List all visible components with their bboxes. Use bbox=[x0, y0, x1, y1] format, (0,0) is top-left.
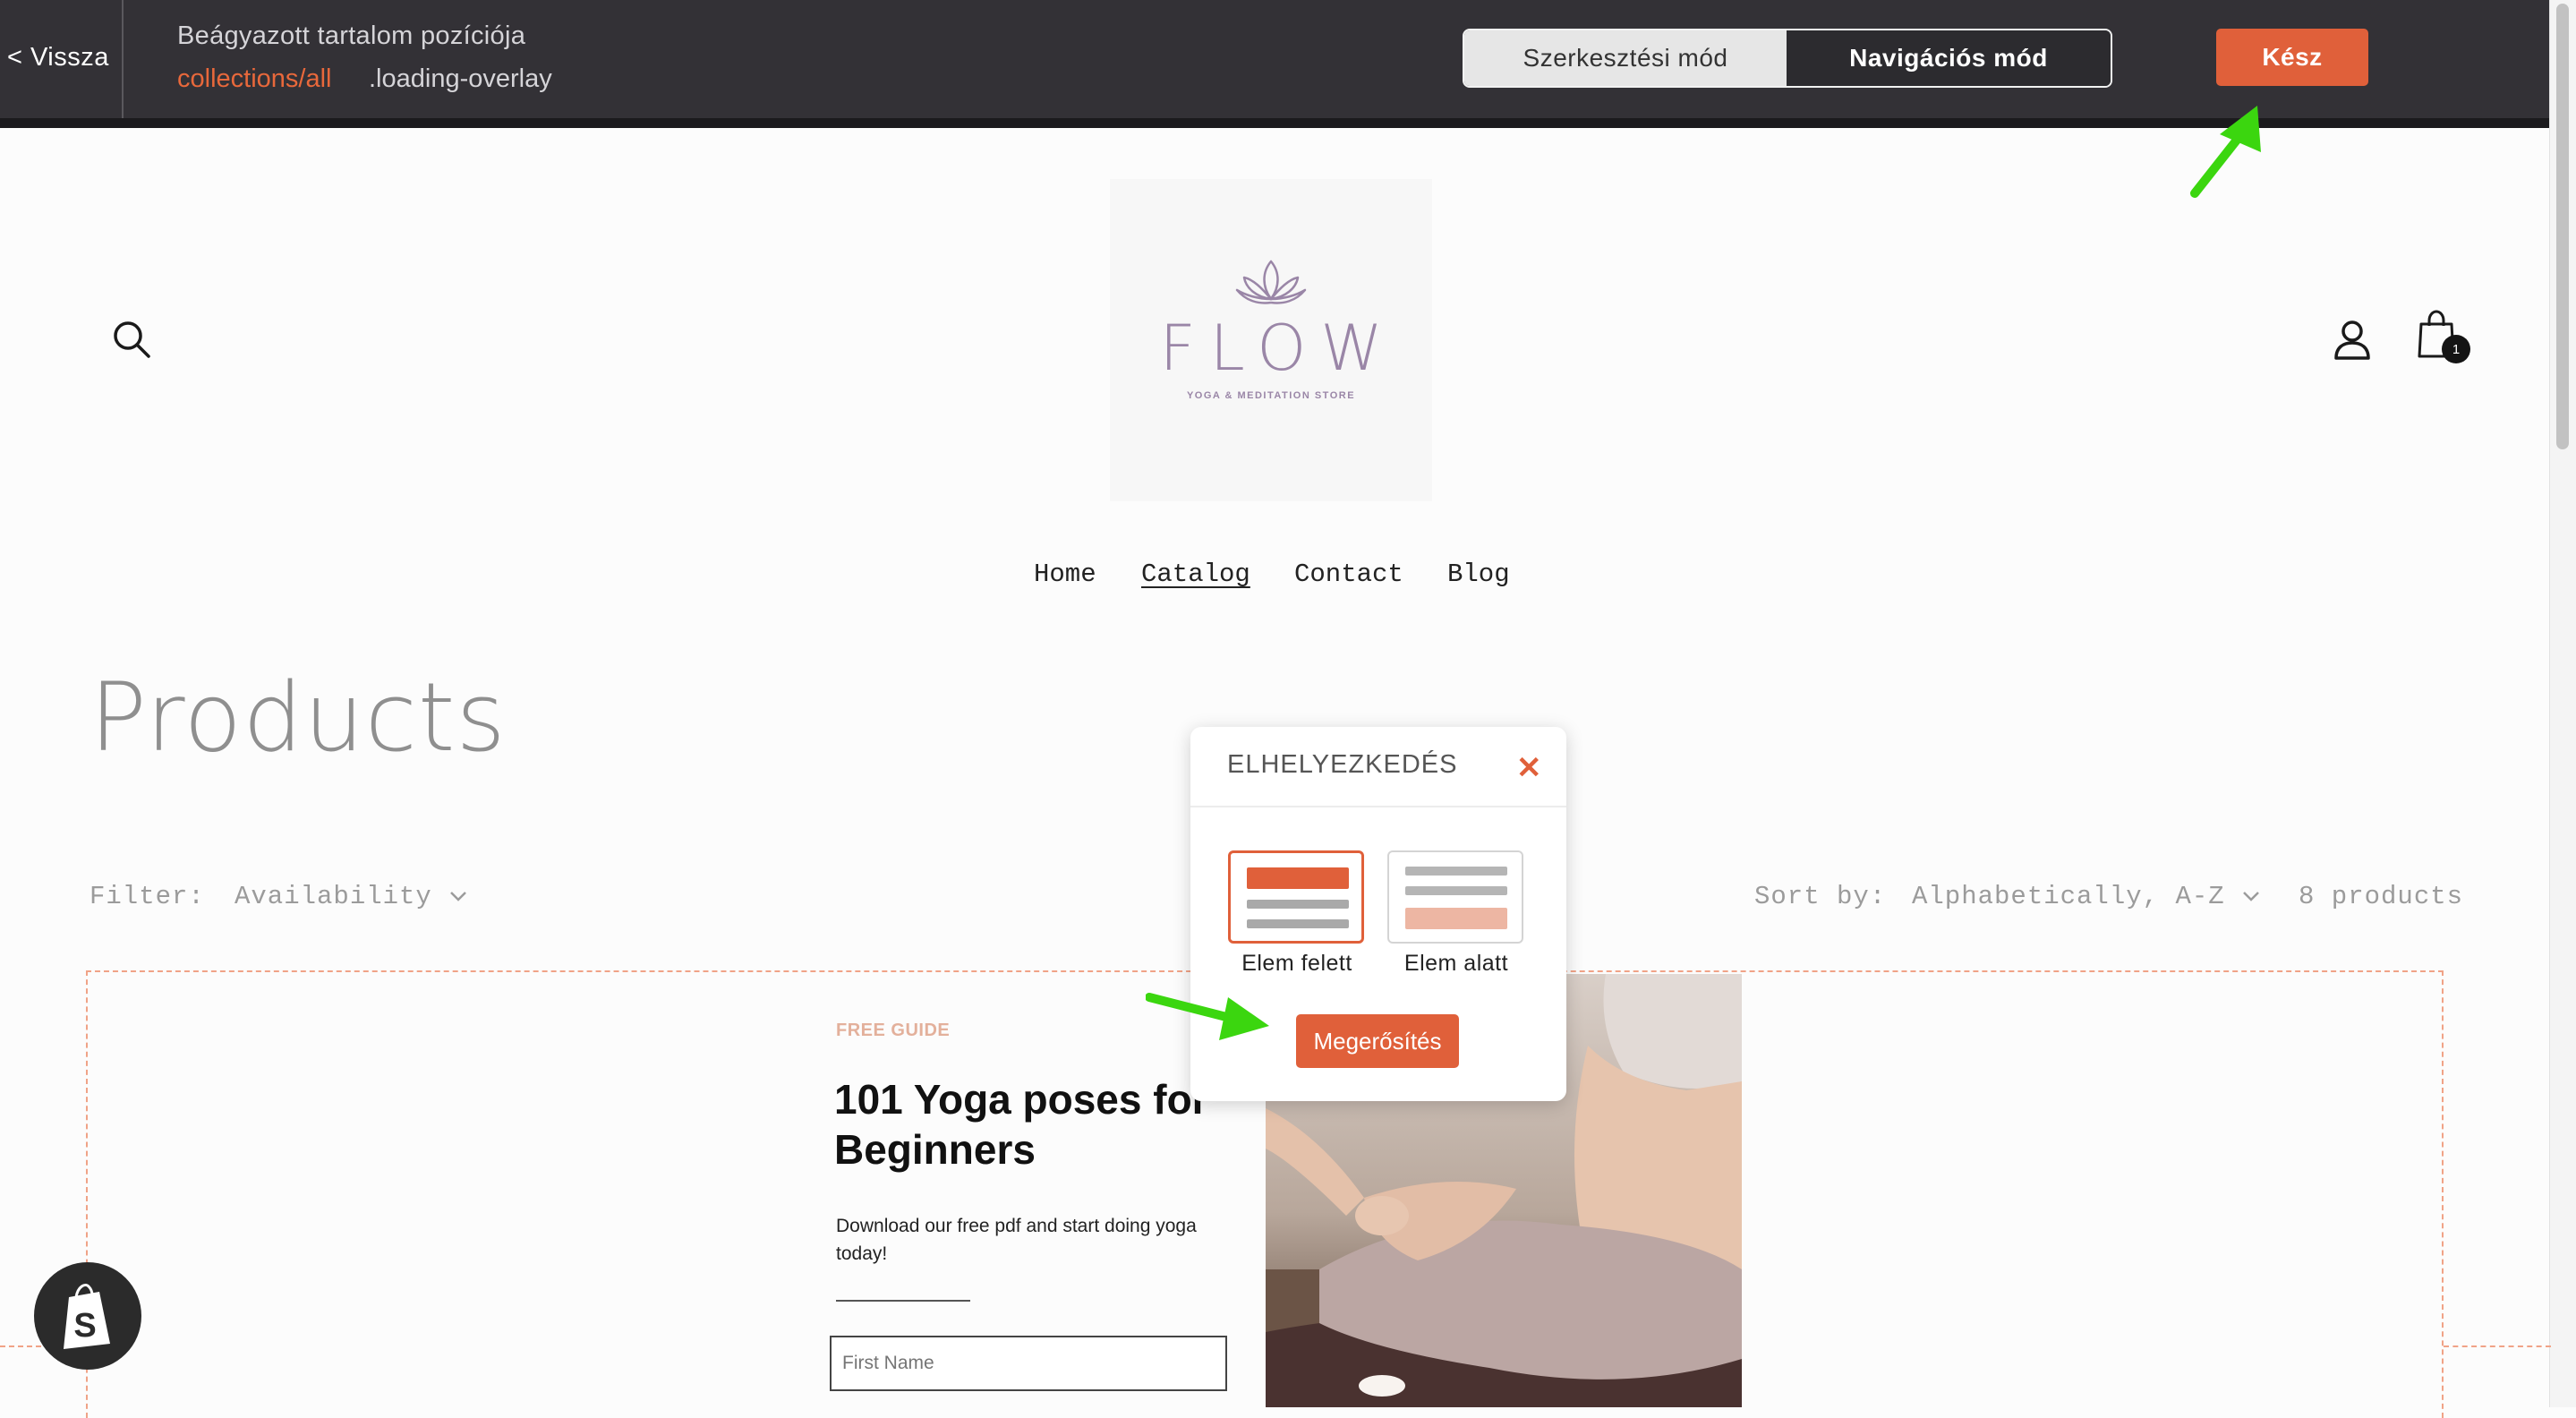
shopify-icon[interactable]: S bbox=[34, 1262, 141, 1370]
nav-catalog[interactable]: Catalog bbox=[1141, 557, 1250, 593]
popup-divider bbox=[1190, 806, 1566, 807]
toolbar-divider bbox=[0, 118, 2549, 128]
embed-selector-text: .loading-overlay bbox=[369, 64, 552, 93]
svg-text:S: S bbox=[73, 1307, 96, 1345]
search-icon[interactable] bbox=[111, 319, 154, 366]
embed-position-title: Beágyazott tartalom pozíciója bbox=[177, 21, 526, 50]
guide-description: Download our free pdf and start doing yo… bbox=[836, 1216, 1197, 1264]
edit-mode-button[interactable]: Szerkesztési mód bbox=[1464, 30, 1787, 86]
done-button[interactable]: Kész bbox=[2216, 29, 2368, 86]
close-icon[interactable]: ✕ bbox=[1516, 750, 1542, 786]
popup-title: ELHELYEZKEDÉS bbox=[1227, 750, 1458, 779]
arrow-annotation-icon bbox=[1145, 985, 1271, 1052]
preview-line bbox=[1405, 867, 1507, 876]
scrollbar-thumb[interactable] bbox=[2556, 4, 2569, 449]
first-name-input[interactable] bbox=[830, 1336, 1227, 1391]
product-count: 8 products bbox=[2299, 882, 2464, 911]
cart-count-badge: 1 bbox=[2442, 335, 2470, 363]
toolbar-separator bbox=[122, 0, 124, 118]
guide-title: 101 Yoga poses for Beginners bbox=[834, 1076, 1208, 1173]
preview-line bbox=[1247, 900, 1349, 909]
sort-label: Sort by: bbox=[1754, 882, 1887, 911]
filter-label: Filter: bbox=[90, 882, 205, 911]
guide-divider bbox=[836, 1300, 970, 1302]
page-title: Products bbox=[90, 662, 507, 773]
mode-toggle: Szerkesztési mód Navigációs mód bbox=[1463, 29, 2112, 88]
logo-tagline: YOGA & MEDITATION STORE bbox=[1186, 390, 1356, 401]
account-icon[interactable] bbox=[2333, 319, 2372, 366]
preview-line bbox=[1247, 919, 1349, 928]
availability-filter-label: Availability bbox=[235, 882, 432, 911]
chevron-down-icon bbox=[448, 882, 468, 911]
logo-wordmark: FLOW bbox=[1159, 312, 1397, 385]
nav-blog[interactable]: Blog bbox=[1447, 557, 1510, 593]
placement-option-above[interactable] bbox=[1228, 850, 1364, 944]
preview-block-highlighted bbox=[1405, 908, 1507, 929]
arrow-annotation-icon bbox=[2188, 100, 2268, 203]
availability-filter[interactable]: Availability bbox=[235, 879, 468, 915]
embed-path-link[interactable]: collections/all bbox=[177, 61, 331, 97]
nav-contact[interactable]: Contact bbox=[1294, 557, 1403, 593]
sort-select-value: Alphabetically, A-Z bbox=[1912, 882, 2225, 911]
placement-option-above-label[interactable]: Elem felett bbox=[1223, 951, 1371, 977]
navigation-mode-button[interactable]: Navigációs mód bbox=[1787, 30, 2111, 86]
placement-option-below[interactable] bbox=[1387, 850, 1523, 944]
nav-home[interactable]: Home bbox=[1034, 557, 1096, 593]
preview-line bbox=[1405, 886, 1507, 895]
lotus-icon bbox=[1233, 258, 1309, 312]
back-button[interactable]: < Vissza bbox=[7, 39, 109, 75]
guide-eyebrow: FREE GUIDE bbox=[836, 1021, 951, 1040]
placement-option-below-label[interactable]: Elem alatt bbox=[1382, 951, 1531, 977]
embed-zone-edge bbox=[2444, 1345, 2551, 1347]
preview-block-highlighted bbox=[1247, 867, 1349, 889]
confirm-button[interactable]: Megerősítés bbox=[1296, 1014, 1459, 1068]
chevron-down-icon bbox=[2241, 882, 2261, 911]
sort-select[interactable]: Alphabetically, A-Z bbox=[1912, 879, 2261, 915]
